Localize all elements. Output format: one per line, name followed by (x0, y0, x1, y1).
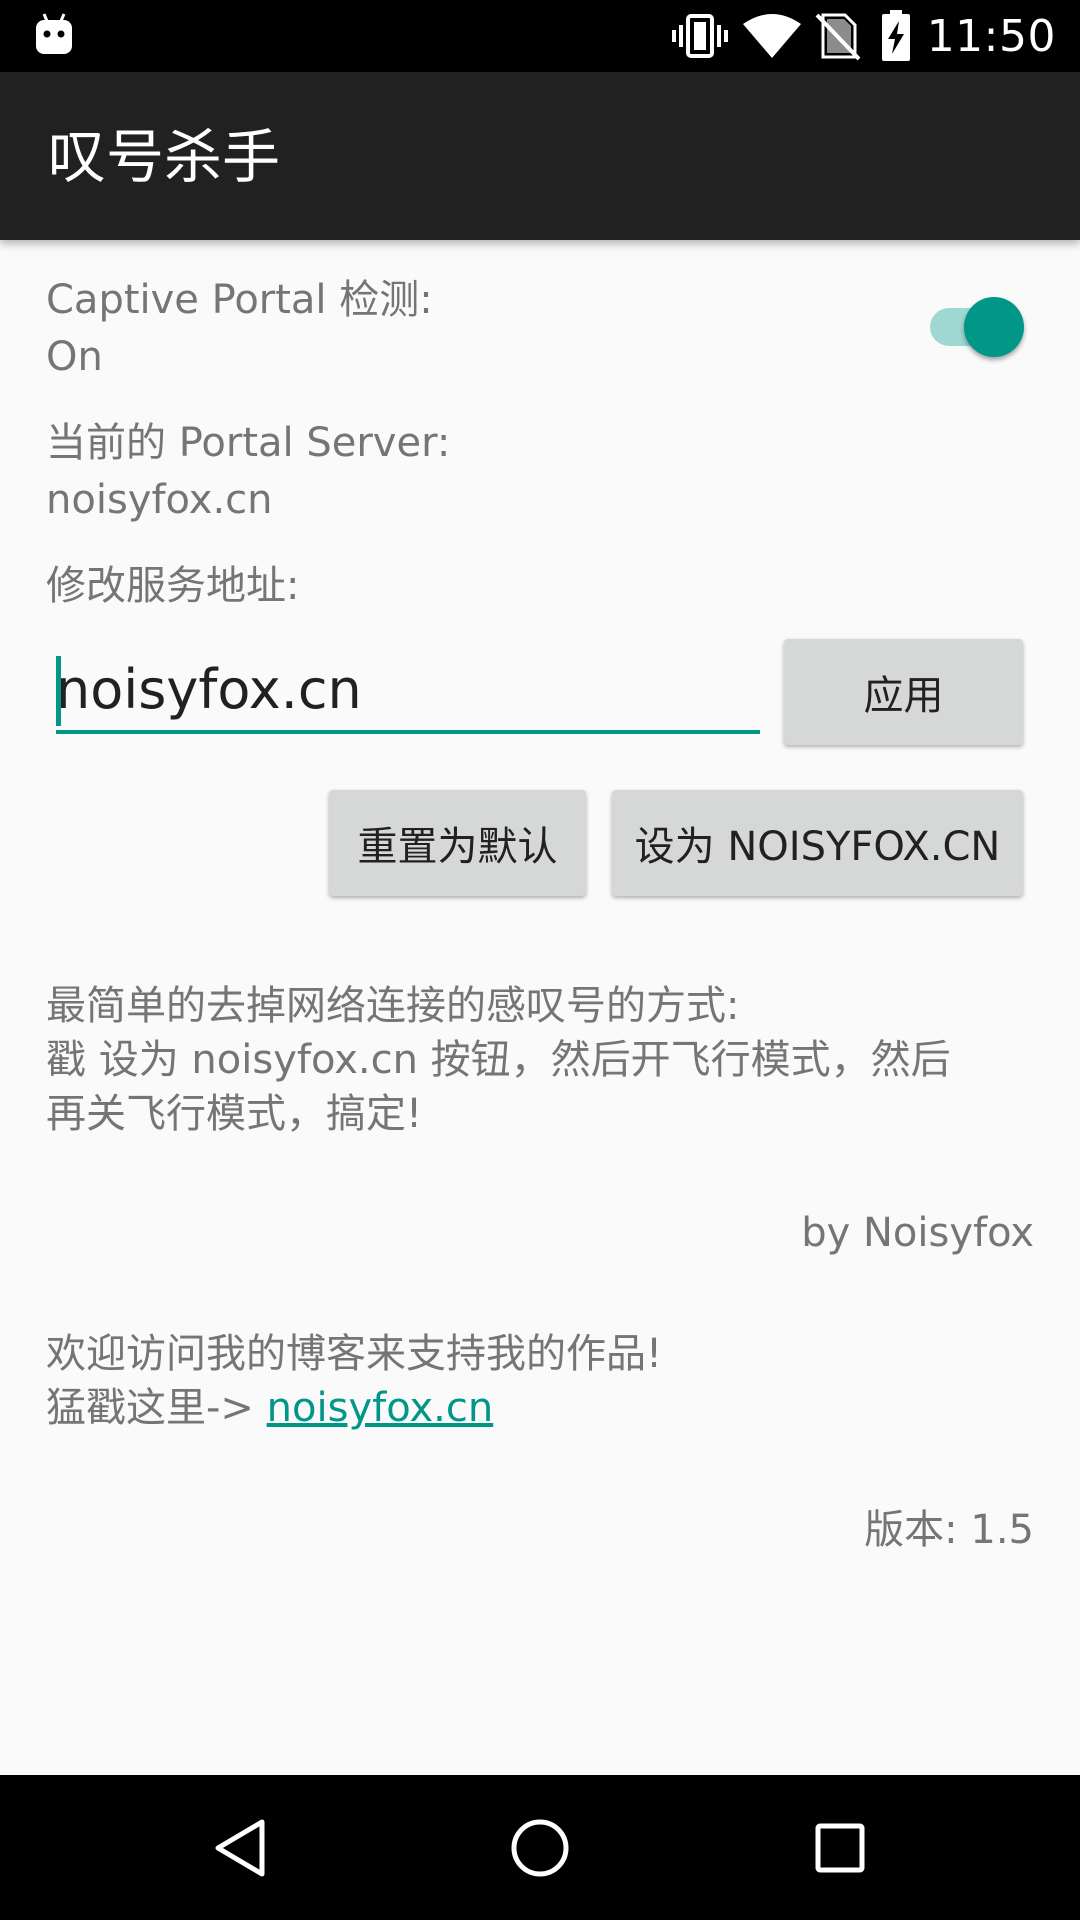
home-button[interactable] (490, 1775, 590, 1920)
portal-server-label: 当前的 Portal Server: (46, 420, 451, 466)
captive-portal-state: On (46, 334, 103, 380)
vibrate-icon (671, 14, 728, 58)
blog-prefix: 猛戳这里-> (46, 1385, 267, 1431)
description-line-3: 再关飞行模式，搞定! (46, 1091, 423, 1137)
wifi-icon (742, 14, 801, 58)
blog-link[interactable]: noisyfox.cn (267, 1385, 494, 1431)
modify-address-label: 修改服务地址: (46, 563, 300, 609)
navigation-bar (0, 1775, 1080, 1920)
battery-charging-icon (881, 10, 910, 61)
android-robot-icon (36, 13, 72, 54)
server-address-input-value: noisyfox.cn (56, 658, 362, 721)
input-underline (56, 730, 760, 734)
captive-portal-switch[interactable] (928, 295, 1028, 359)
author-credit: by Noisyfox (801, 1210, 1034, 1256)
switch-thumb (964, 297, 1024, 357)
back-icon (215, 1819, 265, 1876)
reset-default-button[interactable]: 重置为默认 (329, 790, 586, 896)
apply-button[interactable]: 应用 (784, 639, 1023, 745)
no-sim-icon (815, 13, 861, 61)
clock: 11:50 (926, 10, 1056, 62)
recents-icon (815, 1823, 865, 1872)
text-cursor (56, 656, 61, 726)
status-bar: 11:50 (0, 0, 1080, 72)
version-label: 版本: 1.5 (864, 1507, 1034, 1553)
description-line-2: 戳 设为 noisyfox.cn 按钮，然后开飞行模式，然后 (46, 1037, 951, 1083)
set-noisyfox-button[interactable]: 设为 NOISYFOX.CN (612, 790, 1023, 896)
portal-server-value: noisyfox.cn (46, 477, 273, 523)
server-address-input[interactable]: noisyfox.cn (56, 652, 760, 734)
blog-line-1: 欢迎访问我的博客来支持我的作品! (46, 1331, 663, 1377)
recents-button[interactable] (790, 1775, 890, 1920)
home-icon (511, 1819, 569, 1876)
description-line-1: 最简单的去掉网络连接的感叹号的方式: (46, 983, 740, 1029)
app-bar: 叹号杀手 (0, 72, 1080, 240)
blog-line-2: 猛戳这里-> noisyfox.cn (46, 1380, 493, 1437)
back-button[interactable] (190, 1775, 290, 1920)
app-title: 叹号杀手 (48, 123, 281, 191)
captive-portal-label: Captive Portal 检测: (46, 277, 433, 323)
